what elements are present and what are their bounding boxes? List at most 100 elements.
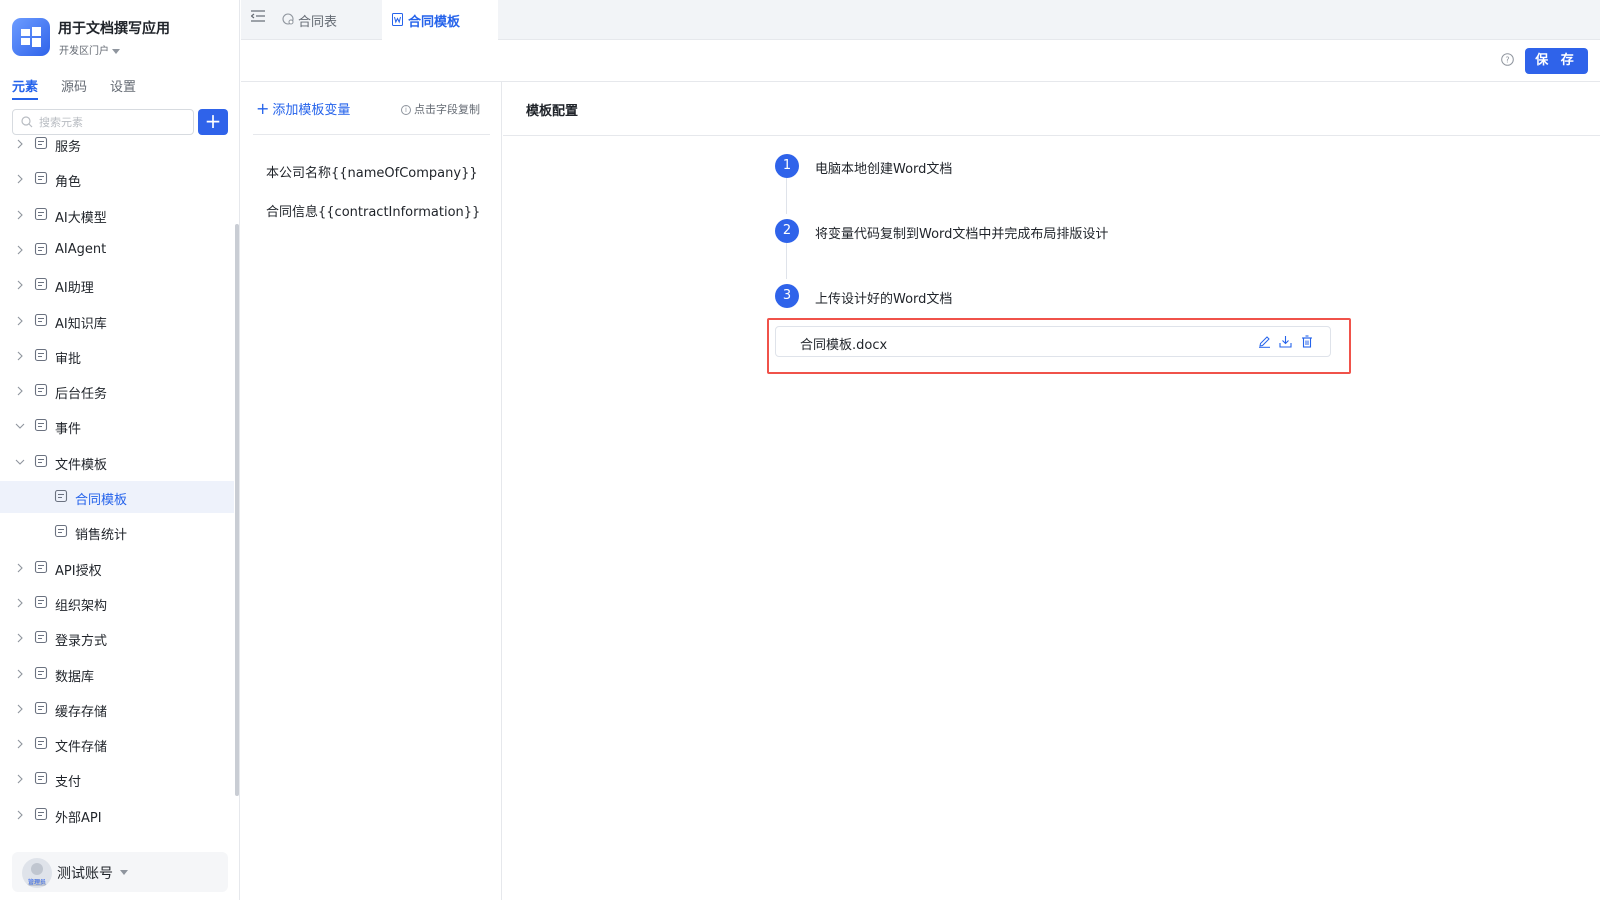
chevron-down-icon[interactable] — [14, 420, 26, 432]
event-icon — [34, 418, 50, 434]
cache-icon — [34, 701, 50, 717]
org-chart-icon — [34, 595, 50, 611]
chevron-right-icon[interactable] — [14, 773, 26, 785]
tree-item-label: API授权 — [55, 563, 102, 579]
chevron-down-icon[interactable] — [14, 456, 26, 468]
search-input[interactable] — [39, 113, 189, 131]
chevron-right-icon[interactable] — [14, 209, 26, 221]
ai-model-icon — [34, 207, 50, 223]
tree-item[interactable]: 审批 — [0, 340, 234, 372]
chevron-right-icon[interactable] — [14, 668, 26, 680]
tree-item[interactable]: 文件模板 — [0, 446, 234, 478]
tree-item[interactable]: AI大模型 — [0, 199, 234, 231]
download-icon[interactable] — [1279, 335, 1292, 348]
env-label: 开发区门户 — [59, 46, 109, 57]
tab-source[interactable]: 源码 — [61, 76, 87, 95]
tab-elements[interactable]: 元素 — [12, 76, 39, 100]
chevron-right-icon[interactable] — [14, 138, 26, 150]
role-icon — [34, 171, 50, 187]
tree-item[interactable]: 文件存储 — [0, 728, 234, 760]
chevron-right-icon[interactable] — [14, 597, 26, 609]
help-icon[interactable]: ? — [1501, 53, 1514, 66]
chevron-right-icon[interactable] — [14, 315, 26, 327]
knowledge-base-icon — [34, 313, 50, 329]
tree-item-label: AIAgent — [55, 241, 107, 257]
tree-item[interactable]: 角色 — [0, 163, 234, 195]
tree-item[interactable]: 事件 — [0, 410, 234, 442]
action-bar: ? 保 存 — [241, 40, 1600, 82]
chevron-right-icon[interactable] — [14, 279, 26, 291]
tree-item[interactable]: 数据库 — [0, 658, 234, 690]
add-variable-button[interactable]: + 添加模板变量 — [256, 99, 350, 118]
service-icon — [34, 136, 50, 152]
tree-item[interactable]: API授权 — [0, 552, 234, 584]
tab-settings[interactable]: 设置 — [110, 76, 136, 95]
tree-item-label: 审批 — [55, 351, 82, 367]
tab-label: 合同表 — [298, 15, 338, 30]
tree-item-label: 缓存存储 — [55, 704, 108, 720]
variables-header: + 添加模板变量 i 点击字段复制 — [253, 82, 490, 135]
chevron-right-icon[interactable] — [14, 385, 26, 397]
sidebar-scrollbar[interactable] — [235, 224, 239, 796]
api-key-icon — [34, 560, 50, 576]
tab-contract-template[interactable]: 合同模板 — [382, 0, 498, 41]
save-button[interactable]: 保 存 — [1525, 48, 1588, 74]
ai-assistant-icon — [34, 277, 50, 293]
step-number: 3 — [775, 284, 799, 308]
caret-down-icon — [112, 48, 120, 54]
uploaded-file: 合同模板.docx — [775, 326, 1331, 357]
step-text: 电脑本地创建Word文档 — [815, 162, 953, 177]
step-text: 上传设计好的Word文档 — [815, 292, 953, 307]
tab-label: 合同模板 — [408, 15, 461, 30]
variable-item[interactable]: 本公司名称{{nameOfCompany}} — [266, 162, 478, 181]
file-template-icon — [34, 454, 50, 470]
tree-item[interactable]: 缓存存储 — [0, 693, 234, 725]
tree-item-label: 登录方式 — [55, 634, 108, 650]
chevron-right-icon[interactable] — [14, 632, 26, 644]
database-icon — [34, 666, 50, 682]
excel-file-icon — [54, 524, 70, 540]
chevron-right-icon[interactable] — [14, 244, 26, 256]
chevron-right-icon[interactable] — [14, 703, 26, 715]
tree-item-label: 数据库 — [55, 669, 95, 685]
task-clipboard-icon — [34, 383, 50, 399]
chevron-right-icon[interactable] — [14, 738, 26, 750]
add-variable-label: 添加模板变量 — [272, 103, 351, 118]
edit-icon[interactable] — [1258, 335, 1271, 348]
tree-item[interactable]: AI助理 — [0, 269, 234, 301]
tree-item[interactable]: AIAgent — [0, 234, 234, 266]
tree-item[interactable]: 组织架构 — [0, 587, 234, 619]
tree-item[interactable]: 支付 — [0, 763, 234, 795]
tree-item[interactable]: 销售统计 — [0, 516, 234, 548]
user-menu[interactable]: 管理员 测试账号 — [12, 852, 228, 892]
delete-icon[interactable] — [1301, 335, 1313, 348]
tree-item[interactable]: 后台任务 — [0, 375, 234, 407]
chevron-right-icon[interactable] — [14, 173, 26, 185]
collapse-sidebar-icon[interactable] — [251, 10, 265, 22]
chevron-right-icon[interactable] — [14, 809, 26, 821]
chevron-right-icon[interactable] — [14, 562, 26, 574]
chevron-right-icon[interactable] — [14, 350, 26, 362]
file-name: 合同模板.docx — [800, 338, 888, 353]
tree-item[interactable]: 登录方式 — [0, 622, 234, 654]
tree-item[interactable]: 合同模板 — [0, 481, 234, 513]
copy-hint-text: 点击字段复制 — [414, 103, 480, 116]
tree-item[interactable]: AI知识库 — [0, 305, 234, 337]
external-api-icon — [34, 807, 50, 823]
step-connector — [786, 243, 787, 279]
app-name: 用于文档撰写应用 — [58, 21, 170, 37]
app-header[interactable]: 用于文档撰写应用 开发区门户 — [12, 18, 232, 58]
template-config-panel: 模板配置 1 电脑本地创建Word文档 2 将变量代码复制到Word文档中并完成… — [503, 82, 1600, 900]
tree-item[interactable]: 外部API — [0, 799, 234, 831]
variable-item[interactable]: 合同信息{{contractInformation}} — [266, 201, 480, 220]
tab-contract-table[interactable]: 合同表 — [272, 0, 372, 40]
tree-item-label: 销售统计 — [75, 528, 128, 544]
tree-item[interactable]: 服务 — [0, 130, 234, 160]
robot-icon — [34, 242, 50, 258]
config-title: 模板配置 — [526, 104, 579, 119]
element-tree: 服务 角色 AI大模型 AIAgent AI助理 AI知识库审批后台任务 事件文件模板合同模… — [0, 130, 234, 845]
env-selector[interactable]: 开发区门户 — [59, 42, 120, 57]
plus-icon: + — [256, 99, 270, 118]
tree-item-label: 支付 — [55, 775, 82, 791]
tree-item-label: 合同模板 — [75, 493, 128, 508]
